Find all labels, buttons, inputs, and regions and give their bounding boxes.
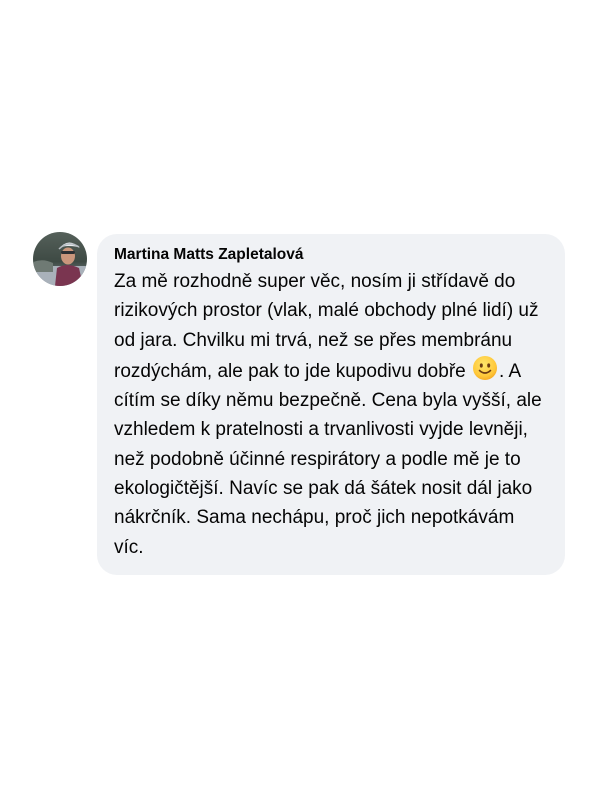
avatar[interactable] xyxy=(33,232,87,286)
comment-text: Za mě rozhodně super věc, nosím ji stříd… xyxy=(114,267,549,562)
comment-bubble: Martina Matts Zapletalová Za mě rozhodně… xyxy=(97,234,565,575)
slightly-smiling-face-icon xyxy=(472,355,498,381)
comment-author[interactable]: Martina Matts Zapletalová xyxy=(114,245,549,265)
comment-text-part-2: . A cítím se díky němu bezpečně. Cena by… xyxy=(114,360,542,558)
